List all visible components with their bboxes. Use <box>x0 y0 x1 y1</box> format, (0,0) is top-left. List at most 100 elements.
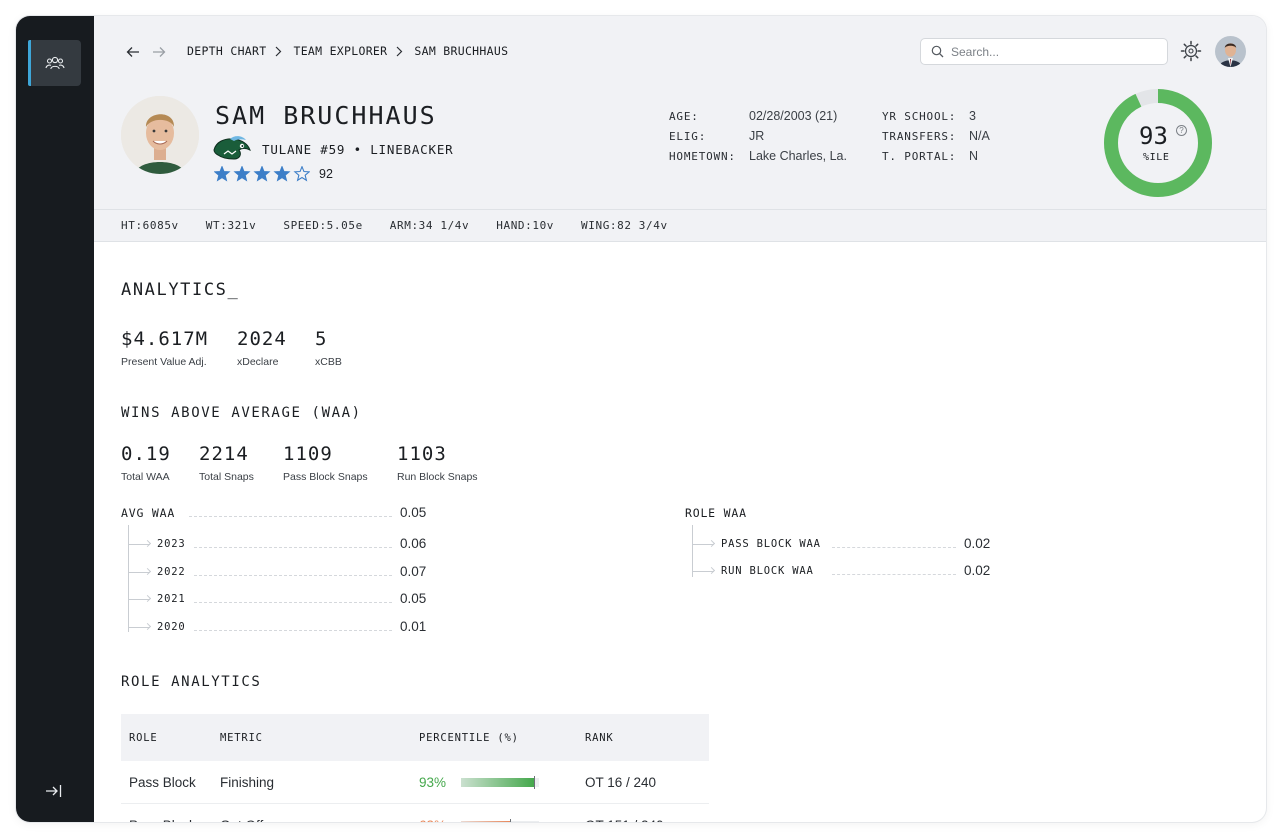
percentile-bar <box>461 775 539 789</box>
info-value: 02/28/2003 (21) <box>749 109 838 123</box>
leader-line <box>194 602 392 603</box>
waa-year-value: 0.05 <box>400 591 427 606</box>
run-block-snaps-label: Run Block Snaps <box>397 471 478 483</box>
measurables-bar: HT:6085v WT:321v SPEED:5.05e ARM:34 1/4v… <box>94 209 1266 242</box>
leader-line <box>194 629 392 631</box>
table-body: Pass BlockFinishing93%OT 16 / 240Pass Bl… <box>121 761 709 822</box>
team-logo <box>212 134 252 162</box>
info-value: N <box>969 149 979 163</box>
xcbb-stat: 5 <box>315 328 328 350</box>
breadcrumb-player[interactable]: SAM BRUCHHAUS <box>414 44 508 58</box>
waa-year-value: 0.06 <box>400 536 427 551</box>
arrow-right-icon <box>153 47 166 57</box>
xcbb-label: xCBB <box>315 356 342 368</box>
help-icon[interactable]: ? <box>1176 125 1187 136</box>
cell-metric: Get Off <box>220 818 419 823</box>
app-window: DEPTH CHART TEAM EXPLORER SAM BRUCHHAUS <box>16 16 1266 822</box>
percentile-bar-fill <box>461 820 511 822</box>
tree-arrow-icon <box>143 594 152 603</box>
back-button[interactable] <box>124 43 142 61</box>
percentile-text: 63% <box>419 818 451 823</box>
user-avatar[interactable] <box>1215 36 1246 67</box>
breadcrumb-team-explorer[interactable]: TEAM EXPLORER <box>293 44 387 58</box>
measurable-hand: HAND:10v <box>496 219 555 232</box>
team-icon <box>44 56 65 70</box>
role-waa-item-value: 0.02 <box>964 536 991 551</box>
xdeclare-label: xDeclare <box>237 356 279 368</box>
percentile-marker <box>533 775 535 789</box>
user-avatar-image <box>1215 36 1246 67</box>
present-value-stat: $4.617M <box>121 328 209 350</box>
search-icon <box>931 45 944 58</box>
percentile-label: %ILE <box>1143 152 1170 163</box>
sidebar-item-team[interactable] <box>28 40 81 86</box>
percentile-marker <box>510 818 512 822</box>
percentile-bar-fill <box>461 777 534 787</box>
column-role[interactable]: ROLE <box>121 732 220 744</box>
role-analytics-title: ROLE ANALYTICS <box>121 674 262 690</box>
star-empty-icon <box>293 166 310 182</box>
waa-title: WINS ABOVE AVERAGE (WAA) <box>121 405 362 421</box>
column-rank[interactable]: RANK <box>585 732 709 744</box>
chevron-right-icon <box>275 45 284 57</box>
star-rating: 92 <box>214 166 333 182</box>
role-waa-item-label: PASS BLOCK WAA <box>721 538 821 550</box>
player-header: DEPTH CHART TEAM EXPLORER SAM BRUCHHAUS <box>94 16 1266 209</box>
table-row[interactable]: Pass Block Finishing 93% OT 16 / 240 <box>121 761 709 804</box>
cell-role: Pass Block <box>121 818 220 823</box>
avg-waa-label: AVG WAA <box>121 506 176 520</box>
column-metric[interactable]: METRIC <box>220 732 419 744</box>
total-waa-stat: 0.19 <box>121 443 171 465</box>
settings-button[interactable] <box>1180 40 1202 62</box>
main-content: DEPTH CHART TEAM EXPLORER SAM BRUCHHAUS <box>94 16 1266 822</box>
breadcrumb: DEPTH CHART TEAM EXPLORER SAM BRUCHHAUS <box>187 44 508 58</box>
leader-line <box>189 516 392 517</box>
pass-block-snaps-stat: 1109 <box>283 443 333 465</box>
gear-icon <box>1180 40 1202 62</box>
star-filled-icon <box>214 166 231 182</box>
percentile-value: 93 <box>1139 122 1168 150</box>
measurable-speed: SPEED:5.05e <box>283 219 363 232</box>
star-filled-icon <box>233 166 251 182</box>
breadcrumb-depth-chart[interactable]: DEPTH CHART <box>187 44 266 58</box>
waa-year-value: 0.01 <box>400 618 427 634</box>
info-label: HOMETOWN: <box>669 150 736 163</box>
waa-year-value: 0.07 <box>400 563 427 579</box>
leader-line <box>832 574 956 575</box>
search-box <box>920 38 1168 65</box>
star-icons <box>214 166 310 182</box>
percentile-text: 93% <box>419 774 447 790</box>
analytics-title: ANALYTICS_ <box>121 280 240 300</box>
measurable-weight: WT:321v <box>205 219 257 232</box>
tree-arrow-icon <box>707 539 716 548</box>
waa-year-label: 2020 <box>157 620 186 633</box>
role-waa-label: ROLE WAA <box>685 506 747 520</box>
waa-year-label: 2022 <box>157 565 186 578</box>
tree-connector <box>692 525 693 577</box>
collapse-sidebar-button[interactable] <box>43 780 65 802</box>
info-value: N/A <box>969 129 990 143</box>
measurable-wing: WING:82 3/4v <box>581 219 668 232</box>
waa-year-label: 2021 <box>157 593 186 605</box>
leader-line <box>194 574 392 576</box>
info-value: Lake Charles, La. <box>749 149 847 163</box>
total-snaps-stat: 2214 <box>199 443 249 465</box>
rating-value: 92 <box>319 167 333 181</box>
tree-arrow-icon <box>143 567 152 575</box>
info-value: JR <box>749 129 765 143</box>
role-analytics-table: ROLE METRIC PERCENTILE (%) RANK Pass Blo… <box>121 714 709 822</box>
table-row[interactable]: Pass BlockGet Off63% OT 151 / 240 <box>121 804 709 822</box>
column-percentile[interactable]: PERCENTILE (%) <box>419 732 585 744</box>
cell-role: Pass Block <box>129 774 196 790</box>
measurable-arm: ARM:34 1/4v <box>389 219 470 232</box>
cell-percentile: 93% <box>419 775 585 790</box>
info-value: 3 <box>969 109 976 123</box>
role-waa-item-value: 0.02 <box>964 563 991 578</box>
info-label: ELIG: <box>669 130 707 143</box>
forward-button[interactable] <box>150 43 168 61</box>
tree-arrow-icon <box>707 566 716 575</box>
waa-year-label: 2023 <box>157 538 186 550</box>
search-input[interactable] <box>951 44 1151 59</box>
percentile-bar <box>461 818 539 822</box>
xdeclare-stat: 2024 <box>237 328 287 350</box>
